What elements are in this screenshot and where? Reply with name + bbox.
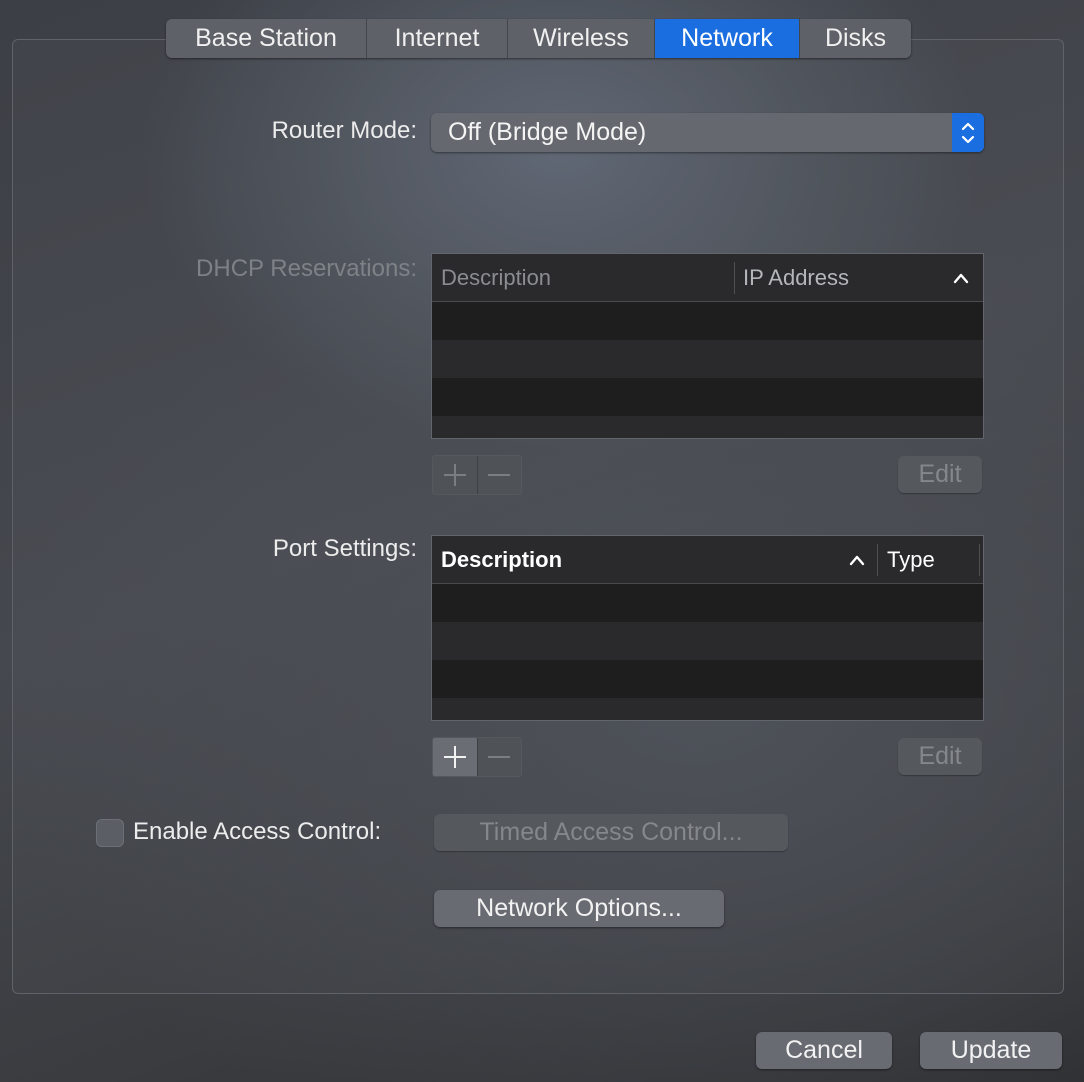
column-divider — [877, 544, 878, 576]
enable-access-control-label[interactable]: Enable Access Control: — [133, 818, 381, 846]
port-settings-label: Port Settings: — [272, 535, 417, 562]
tab-disks[interactable]: Disks — [800, 19, 911, 58]
dhcp-reservations-label: DHCP Reservations: — [196, 255, 417, 282]
column-header-description[interactable]: Description — [441, 254, 551, 301]
router-mode-label: Router Mode: — [271, 117, 417, 144]
sort-ascending-icon — [848, 536, 866, 583]
dhcp-reservations-table[interactable]: Description IP Address — [431, 253, 984, 439]
tab-wireless[interactable]: Wireless — [508, 19, 655, 58]
table-row — [432, 622, 983, 660]
column-header-description[interactable]: Description — [441, 536, 562, 583]
update-button[interactable]: Update — [920, 1032, 1062, 1069]
table-row — [432, 416, 983, 438]
tab-base-station[interactable]: Base Station — [166, 19, 367, 58]
port-edit-button[interactable]: Edit — [898, 738, 982, 775]
port-add-remove-control — [432, 737, 522, 777]
sort-ascending-icon — [952, 254, 970, 301]
port-settings-table[interactable]: Description Type — [431, 535, 984, 721]
timed-access-control-button[interactable]: Timed Access Control... — [434, 814, 788, 851]
dhcp-edit-button[interactable]: Edit — [898, 456, 982, 493]
dhcp-add-remove-control — [432, 455, 522, 495]
port-remove-button[interactable] — [476, 738, 521, 776]
table-row — [432, 660, 983, 698]
tab-network[interactable]: Network — [655, 19, 800, 58]
plus-icon — [443, 746, 466, 768]
tab-internet[interactable]: Internet — [367, 19, 508, 58]
tab-bar: Base Station Internet Wireless Network D… — [166, 19, 911, 58]
cancel-button[interactable]: Cancel — [756, 1032, 892, 1069]
up-down-arrows-icon — [952, 113, 984, 152]
port-add-button[interactable] — [433, 738, 477, 776]
table-row — [432, 584, 983, 622]
column-header-ip-address[interactable]: IP Address — [743, 254, 849, 301]
table-row — [432, 302, 983, 340]
minus-icon — [488, 756, 511, 758]
dhcp-add-button[interactable] — [433, 456, 477, 494]
table-header: Description IP Address — [432, 254, 983, 302]
table-header: Description Type — [432, 536, 983, 584]
router-mode-popup[interactable]: Off (Bridge Mode) — [431, 113, 984, 152]
plus-icon — [443, 464, 466, 486]
column-divider — [734, 262, 735, 294]
table-row — [432, 698, 983, 720]
table-row — [432, 340, 983, 378]
column-header-type[interactable]: Type — [887, 536, 935, 583]
minus-icon — [488, 474, 511, 476]
dhcp-remove-button[interactable] — [476, 456, 521, 494]
router-mode-value: Off (Bridge Mode) — [448, 118, 647, 146]
column-divider — [979, 544, 980, 576]
table-row — [432, 378, 983, 416]
enable-access-control-checkbox[interactable] — [96, 819, 124, 847]
network-options-button[interactable]: Network Options... — [434, 890, 724, 927]
